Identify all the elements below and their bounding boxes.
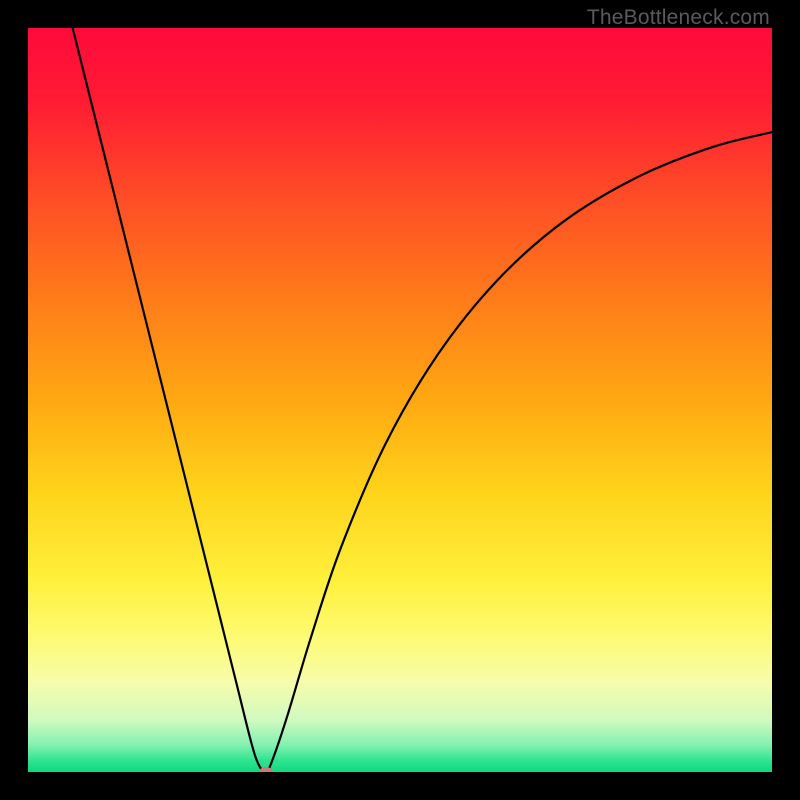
- optimum-marker: [259, 767, 273, 772]
- watermark-text: TheBottleneck.com: [587, 6, 770, 30]
- chart-container: TheBottleneck.com: [0, 0, 800, 800]
- bottleneck-curve: [28, 28, 772, 772]
- plot-area: [28, 28, 772, 772]
